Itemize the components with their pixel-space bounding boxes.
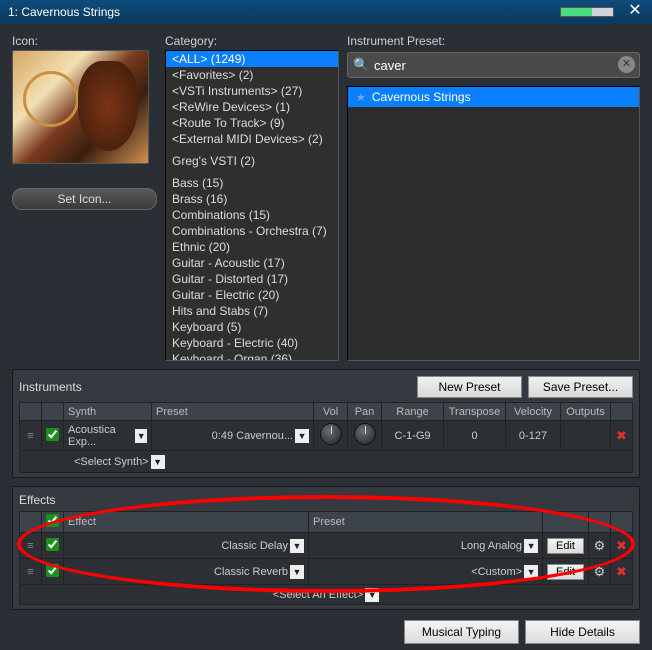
col-vol[interactable]: Vol [314, 403, 348, 421]
effects-table: Effect Preset ≡ Classic Delay▼ Long Anal… [19, 511, 633, 605]
category-item[interactable]: Greg's VSTI (2) [166, 153, 338, 169]
category-list[interactable]: <ALL> (1249)<Favorites> (2)<VSTi Instrum… [165, 50, 339, 361]
col-outputs[interactable]: Outputs [561, 403, 611, 421]
gear-icon[interactable]: ⚙ [594, 564, 606, 579]
category-item[interactable]: Guitar - Electric (20) [166, 287, 338, 303]
dropdown-icon[interactable]: ▼ [365, 588, 379, 602]
category-label: Category: [165, 34, 339, 48]
col-effect[interactable]: Effect [64, 512, 309, 533]
preset-results-list[interactable]: ★ Cavernous Strings [347, 86, 640, 361]
category-item[interactable]: <Favorites> (2) [166, 67, 338, 83]
new-preset-button[interactable]: New Preset [417, 376, 522, 398]
edit-effect-button[interactable]: Edit [547, 538, 584, 554]
col-range[interactable]: Range [382, 403, 444, 421]
category-item[interactable]: Brass (16) [166, 191, 338, 207]
dropdown-icon[interactable]: ▼ [295, 429, 309, 443]
col-transpose[interactable]: Transpose [444, 403, 506, 421]
col-preset[interactable]: Preset [152, 403, 314, 421]
effect-row: ≡ Classic Reverb▼ <Custom>▼ Edit ⚙ ✖ [20, 559, 633, 585]
instrument-row: ≡ Acoustica Exp...▼ 0:49 Cavernou...▼ C-… [20, 421, 633, 451]
preset-search-input[interactable] [347, 52, 640, 78]
effect-name: Classic Reverb [214, 566, 288, 578]
preset-result-item[interactable]: ★ Cavernous Strings [348, 87, 639, 107]
delete-icon[interactable]: ✖ [616, 538, 627, 553]
volume-knob[interactable] [320, 423, 342, 445]
favorite-star-icon[interactable]: ★ [356, 91, 366, 104]
instruments-title: Instruments [19, 380, 82, 394]
preset-result-label: Cavernous Strings [372, 90, 471, 104]
musical-typing-button[interactable]: Musical Typing [404, 620, 519, 644]
col-synth[interactable]: Synth [64, 403, 152, 421]
category-item[interactable]: Keyboard - Organ (36) [166, 351, 338, 361]
category-item[interactable]: Guitar - Acoustic (17) [166, 255, 338, 271]
dropdown-icon[interactable]: ▼ [524, 539, 538, 553]
effect-name: Classic Delay [221, 540, 288, 552]
add-instrument-row: <Select Synth>▼ [20, 451, 633, 473]
col-velocity[interactable]: Velocity [506, 403, 561, 421]
edit-effect-button[interactable]: Edit [547, 564, 584, 580]
category-item[interactable]: Combinations (15) [166, 207, 338, 223]
delete-icon[interactable]: ✖ [616, 564, 627, 579]
save-preset-button[interactable]: Save Preset... [528, 376, 633, 398]
category-item[interactable]: Ethnic (20) [166, 239, 338, 255]
drag-handle-icon[interactable]: ≡ [27, 566, 33, 578]
category-item[interactable]: Keyboard - Electric (40) [166, 335, 338, 351]
col-pan[interactable]: Pan [348, 403, 382, 421]
search-icon: 🔍 [353, 57, 369, 73]
category-item[interactable]: <ReWire Devices> (1) [166, 99, 338, 115]
effect-preset: Long Analog [461, 540, 522, 552]
preset-label: Instrument Preset: [347, 34, 640, 48]
category-item[interactable]: Combinations - Orchestra (7) [166, 223, 338, 239]
category-item[interactable]: Guitar - Distorted (17) [166, 271, 338, 287]
category-item[interactable]: <External MIDI Devices> (2) [166, 131, 338, 147]
pan-knob[interactable] [354, 423, 376, 445]
gear-icon[interactable]: ⚙ [594, 538, 606, 553]
select-effect-label: <Select An Effect> [273, 589, 363, 601]
outputs-value[interactable] [561, 421, 611, 451]
delete-icon[interactable]: ✖ [616, 428, 627, 443]
category-item[interactable]: <Route To Track> (9) [166, 115, 338, 131]
dropdown-icon[interactable]: ▼ [524, 565, 538, 579]
hide-details-button[interactable]: Hide Details [525, 620, 640, 644]
effects-section: Effects Effect Preset ≡ Classic Delay▼ L… [12, 486, 640, 610]
category-item[interactable]: Hits and Stabs (7) [166, 303, 338, 319]
icon-label: Icon: [12, 34, 157, 48]
category-item[interactable]: Bass (15) [166, 175, 338, 191]
titlebar: 1: Cavernous Strings ✕ [0, 0, 652, 24]
close-icon[interactable]: ✕ [626, 3, 644, 21]
window-title: 1: Cavernous Strings [8, 5, 120, 19]
add-effect-row: <Select An Effect>▼ [20, 585, 633, 605]
drag-handle-icon[interactable]: ≡ [27, 540, 33, 552]
dropdown-icon[interactable]: ▼ [151, 455, 165, 469]
col-effect-preset[interactable]: Preset [309, 512, 543, 533]
select-synth-label: <Select Synth> [74, 456, 149, 468]
effects-master-enable-checkbox[interactable] [46, 514, 59, 527]
range-value[interactable]: C-1-G9 [382, 421, 444, 451]
synth-name: Acoustica Exp... [68, 424, 133, 448]
dropdown-icon[interactable]: ▼ [135, 429, 147, 443]
instrument-icon-preview [12, 50, 149, 164]
instruments-table: Synth Preset Vol Pan Range Transpose Vel… [19, 402, 633, 473]
category-item[interactable]: Keyboard (5) [166, 319, 338, 335]
effects-title: Effects [19, 493, 55, 507]
category-item[interactable]: <VSTi Instruments> (27) [166, 83, 338, 99]
clear-search-icon[interactable]: ✕ [618, 56, 635, 73]
effect-preset: <Custom> [471, 566, 522, 578]
level-meter [560, 7, 614, 17]
dropdown-icon[interactable]: ▼ [290, 539, 304, 553]
set-icon-button[interactable]: Set Icon... [12, 188, 157, 210]
velocity-value[interactable]: 0-127 [506, 421, 561, 451]
category-item[interactable]: <ALL> (1249) [166, 51, 338, 67]
effect-row: ≡ Classic Delay▼ Long Analog▼ Edit ⚙ ✖ [20, 533, 633, 559]
instruments-section: Instruments New Preset Save Preset... Sy… [12, 369, 640, 478]
drag-handle-icon[interactable]: ≡ [27, 430, 33, 442]
preset-name: 0:49 Cavernou... [212, 430, 293, 442]
instrument-enable-checkbox[interactable] [46, 428, 59, 441]
effect-enable-checkbox[interactable] [46, 564, 59, 577]
preset-editor-window: 1: Cavernous Strings ✕ Icon: Set Icon...… [0, 0, 652, 650]
dropdown-icon[interactable]: ▼ [290, 565, 304, 579]
effect-enable-checkbox[interactable] [46, 538, 59, 551]
transpose-value[interactable]: 0 [444, 421, 506, 451]
